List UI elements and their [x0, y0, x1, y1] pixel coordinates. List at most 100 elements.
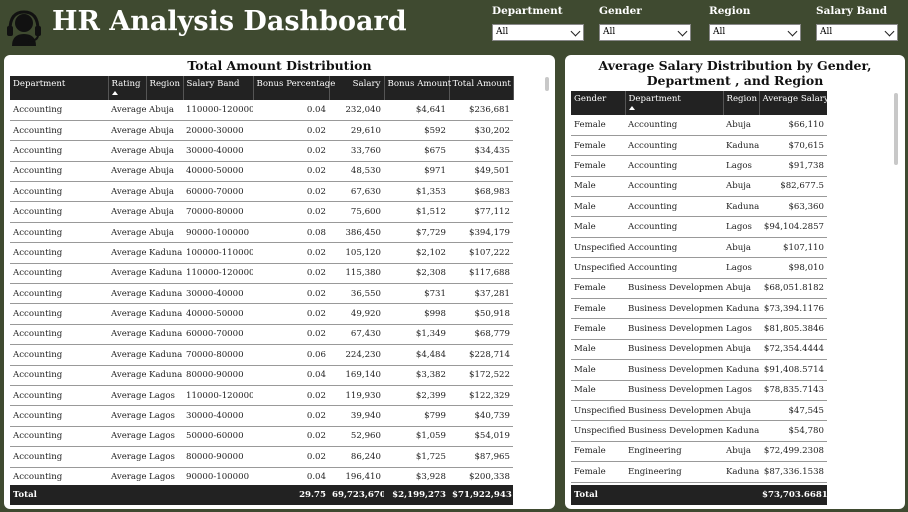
table-row[interactable]: Accounting Average Lagos 110000-120000 0.02 1…: [10, 385, 513, 407]
total-amount-table: Department Rating Region Salary Band Bonus P…: [10, 76, 514, 488]
table-cell: 39,940: [329, 405, 384, 427]
table-row[interactable]: Male Business Development Lagos $78,835.714…: [571, 380, 827, 401]
column-header[interactable]: Salary Band: [183, 76, 254, 100]
table-row[interactable]: Male Accounting Kaduna $63,360: [571, 196, 827, 218]
slicer-department-value: All: [496, 27, 509, 37]
table-cell: Accounting: [625, 196, 723, 218]
table-viewport[interactable]: Gender Department Region Average Salary Fem…: [571, 91, 827, 507]
column-header[interactable]: Average Salary: [759, 91, 827, 115]
slicer-gender-dropdown[interactable]: All: [599, 24, 691, 41]
table-cell: 0.02: [253, 120, 329, 142]
table-row[interactable]: Accounting Average Abuja 70000-80000 0.02 75,…: [10, 201, 513, 223]
table-row[interactable]: Accounting Average Abuja 30000-40000 0.02 33,…: [10, 140, 513, 162]
table-row[interactable]: Accounting Average Kaduna 30000-40000 0.02 36…: [10, 283, 513, 305]
table-row[interactable]: Female Business Development Kaduna $73,394.…: [571, 298, 827, 320]
table-cell: 49,920: [329, 303, 384, 325]
table-row[interactable]: Male Business Development Abuja $72,354.444…: [571, 339, 827, 361]
column-header[interactable]: Gender: [571, 91, 626, 115]
table-row[interactable]: Female Business Development Abuja $68,051.8…: [571, 278, 827, 300]
table-row[interactable]: Accounting Average Kaduna 40000-50000 0.02 49…: [10, 303, 513, 325]
table-row[interactable]: Male Business Development Kaduna $91,408.57…: [571, 359, 827, 381]
table-row[interactable]: Unspecified Accounting Abuja $107,110: [571, 237, 827, 259]
table-row[interactable]: Unspecified Business Development Abuja $47,…: [571, 400, 827, 422]
table-cell: $2,102: [384, 242, 449, 264]
panel-title: Average Salary Distribution by Gender, D…: [598, 58, 872, 88]
table-cell: 40000-50000: [183, 303, 253, 325]
table-cell: Business Development: [625, 339, 723, 361]
column-header-label: Department: [628, 94, 681, 104]
table-cell: Kaduna: [146, 303, 183, 325]
table-cell: Engineering: [625, 461, 723, 483]
slicer-department-dropdown[interactable]: All: [492, 24, 584, 41]
table-cell: Kaduna: [146, 242, 183, 264]
table-row[interactable]: Accounting Average Lagos 50000-60000 0.02 52,…: [10, 426, 513, 448]
table-cell: Average: [108, 405, 146, 427]
total-cell: Total: [571, 485, 625, 505]
column-header[interactable]: Department: [625, 91, 724, 115]
slicer-region-dropdown[interactable]: All: [709, 24, 801, 41]
column-header[interactable]: Bonus Percentage: [253, 76, 335, 100]
table-cell: $87,965: [449, 446, 513, 468]
table-cell: Accounting: [10, 426, 108, 448]
column-header[interactable]: Bonus Amount: [384, 76, 452, 100]
table-row[interactable]: Female Engineering Abuja $72,499.2308: [571, 441, 827, 463]
table-cell: Kaduna: [146, 283, 183, 305]
column-header[interactable]: Rating: [108, 76, 147, 100]
column-header[interactable]: Total Amount: [449, 76, 514, 100]
slicer-salary-band-dropdown[interactable]: All: [816, 24, 898, 41]
table-cell: Accounting: [10, 242, 108, 264]
table-row[interactable]: Unspecified Accounting Lagos $98,010: [571, 257, 827, 279]
table-row[interactable]: Accounting Average Abuja 110000-120000 0.04 2…: [10, 100, 513, 121]
table-row[interactable]: Accounting Average Kaduna 80000-90000 0.04 16…: [10, 365, 513, 386]
table-row[interactable]: Female Accounting Kaduna $70,615: [571, 135, 827, 157]
dashboard-header: HR Analysis Dashboard Department All Gen…: [0, 0, 908, 52]
table-cell: $66,110: [759, 115, 827, 136]
table-cell: $4,484: [384, 344, 449, 366]
column-header[interactable]: Region: [146, 76, 184, 100]
table-cell: Unspecified: [571, 400, 625, 422]
table-cell: Business Development: [625, 359, 723, 381]
table-row[interactable]: Accounting Average Kaduna 110000-120000 0.02…: [10, 263, 513, 285]
table-row[interactable]: Female Accounting Lagos $91,738: [571, 155, 827, 177]
table-cell: Average: [108, 324, 146, 346]
table-cell: Kaduna: [146, 324, 183, 346]
column-header-label: Bonus Amount: [387, 79, 452, 89]
table-row[interactable]: Accounting Average Lagos 30000-40000 0.02 39,…: [10, 405, 513, 427]
table-row[interactable]: Accounting Average Abuja 60000-70000 0.02 67,…: [10, 181, 513, 203]
table-row[interactable]: Accounting Average Abuja 20000-30000 0.02 29,…: [10, 120, 513, 142]
table-row[interactable]: Female Accounting Abuja $66,110: [571, 115, 827, 136]
table-cell: 48,530: [329, 161, 384, 183]
table-cell: Average: [108, 446, 146, 468]
table-row[interactable]: Unspecified Business Development Kaduna $54…: [571, 420, 827, 442]
table-cell: 80000-90000: [183, 365, 253, 386]
table-cell: Abuja: [146, 181, 183, 203]
table-cell: 29,610: [329, 120, 384, 142]
table-row[interactable]: Male Accounting Lagos $94,104.2857: [571, 216, 827, 238]
table-cell: $63,360: [759, 196, 827, 218]
table-cell: 90000-100000: [183, 222, 253, 244]
table-cell: Kaduna: [723, 461, 759, 483]
table-cell: 33,760: [329, 140, 384, 162]
table-row[interactable]: Accounting Average Kaduna 70000-80000 0.06 22…: [10, 344, 513, 366]
column-header[interactable]: Salary: [329, 76, 385, 100]
table-row[interactable]: Female Business Development Lagos $81,805.3…: [571, 318, 827, 340]
table-viewport[interactable]: Department Rating Region Salary Band Bonus P…: [10, 76, 515, 507]
total-row-table: Total $73,703.6681: [571, 485, 827, 505]
table-cell: Accounting: [10, 100, 108, 121]
table-row[interactable]: Accounting Average Abuja 40000-50000 0.02 48,…: [10, 161, 513, 183]
table-row[interactable]: Accounting Average Kaduna 100000-110000 0.02…: [10, 242, 513, 264]
table-row[interactable]: Female Engineering Kaduna $87,336.1538: [571, 461, 827, 483]
vertical-scrollbar[interactable]: [894, 93, 898, 165]
column-header[interactable]: Region: [723, 91, 760, 115]
table-cell: 105,120: [329, 242, 384, 264]
table-row[interactable]: Accounting Average Lagos 80000-90000 0.02 86,…: [10, 446, 513, 468]
table-cell: Female: [571, 155, 625, 177]
table-row[interactable]: Accounting Average Abuja 90000-100000 0.08 38…: [10, 222, 513, 244]
column-header[interactable]: Department: [10, 76, 109, 100]
slicer-salary-band: Salary Band All: [816, 5, 898, 41]
slicer-gender-label: Gender: [599, 5, 642, 17]
table-cell: $228,714: [449, 344, 513, 366]
vertical-scrollbar[interactable]: [545, 77, 549, 91]
table-row[interactable]: Male Accounting Abuja $82,677.5: [571, 176, 827, 198]
table-row[interactable]: Accounting Average Kaduna 60000-70000 0.02 67…: [10, 324, 513, 346]
